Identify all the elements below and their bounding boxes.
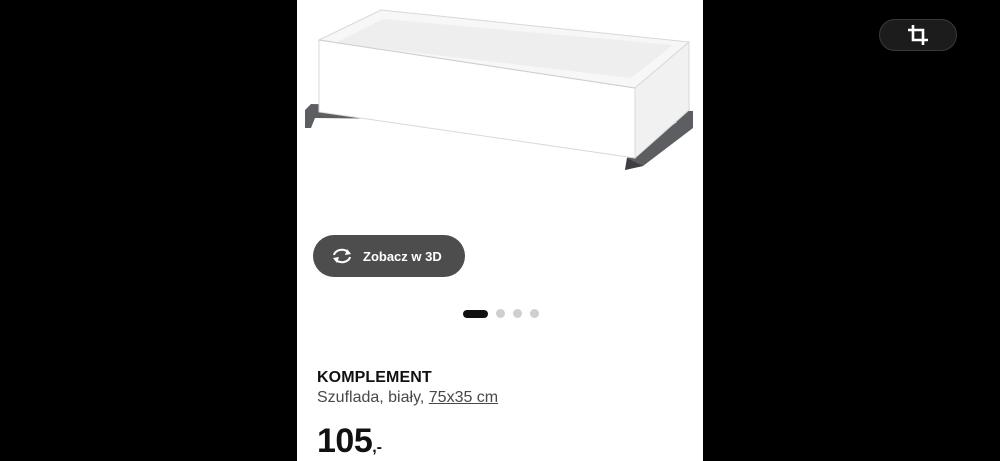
carousel-dot-2[interactable] (496, 309, 505, 318)
price-amount: 105 (317, 422, 373, 460)
crop-button[interactable] (879, 19, 957, 51)
product-image[interactable] (297, 0, 703, 236)
view-in-3d-button[interactable]: Zobacz w 3D (313, 235, 465, 277)
price-suffix: ,- (372, 439, 383, 456)
product-name: KOMPLEMENT (317, 369, 432, 386)
rotate-3d-icon (331, 245, 353, 267)
carousel-indicator (463, 309, 539, 318)
product-description: Szuflada, biały, 75x35 cm (317, 389, 498, 407)
carousel-dot-3[interactable] (513, 309, 522, 318)
crop-icon (908, 25, 928, 45)
carousel-dot-1[interactable] (463, 309, 488, 318)
view-in-3d-label: Zobacz w 3D (363, 248, 442, 264)
product-description-text: Szuflada, biały, (317, 389, 429, 406)
product-price: 105 ,- (317, 422, 382, 461)
product-size-link[interactable]: 75x35 cm (429, 389, 498, 406)
product-panel: Zobacz w 3D KOMPLEMENT Szuflada, biały, … (297, 0, 703, 461)
carousel-dot-4[interactable] (530, 309, 539, 318)
